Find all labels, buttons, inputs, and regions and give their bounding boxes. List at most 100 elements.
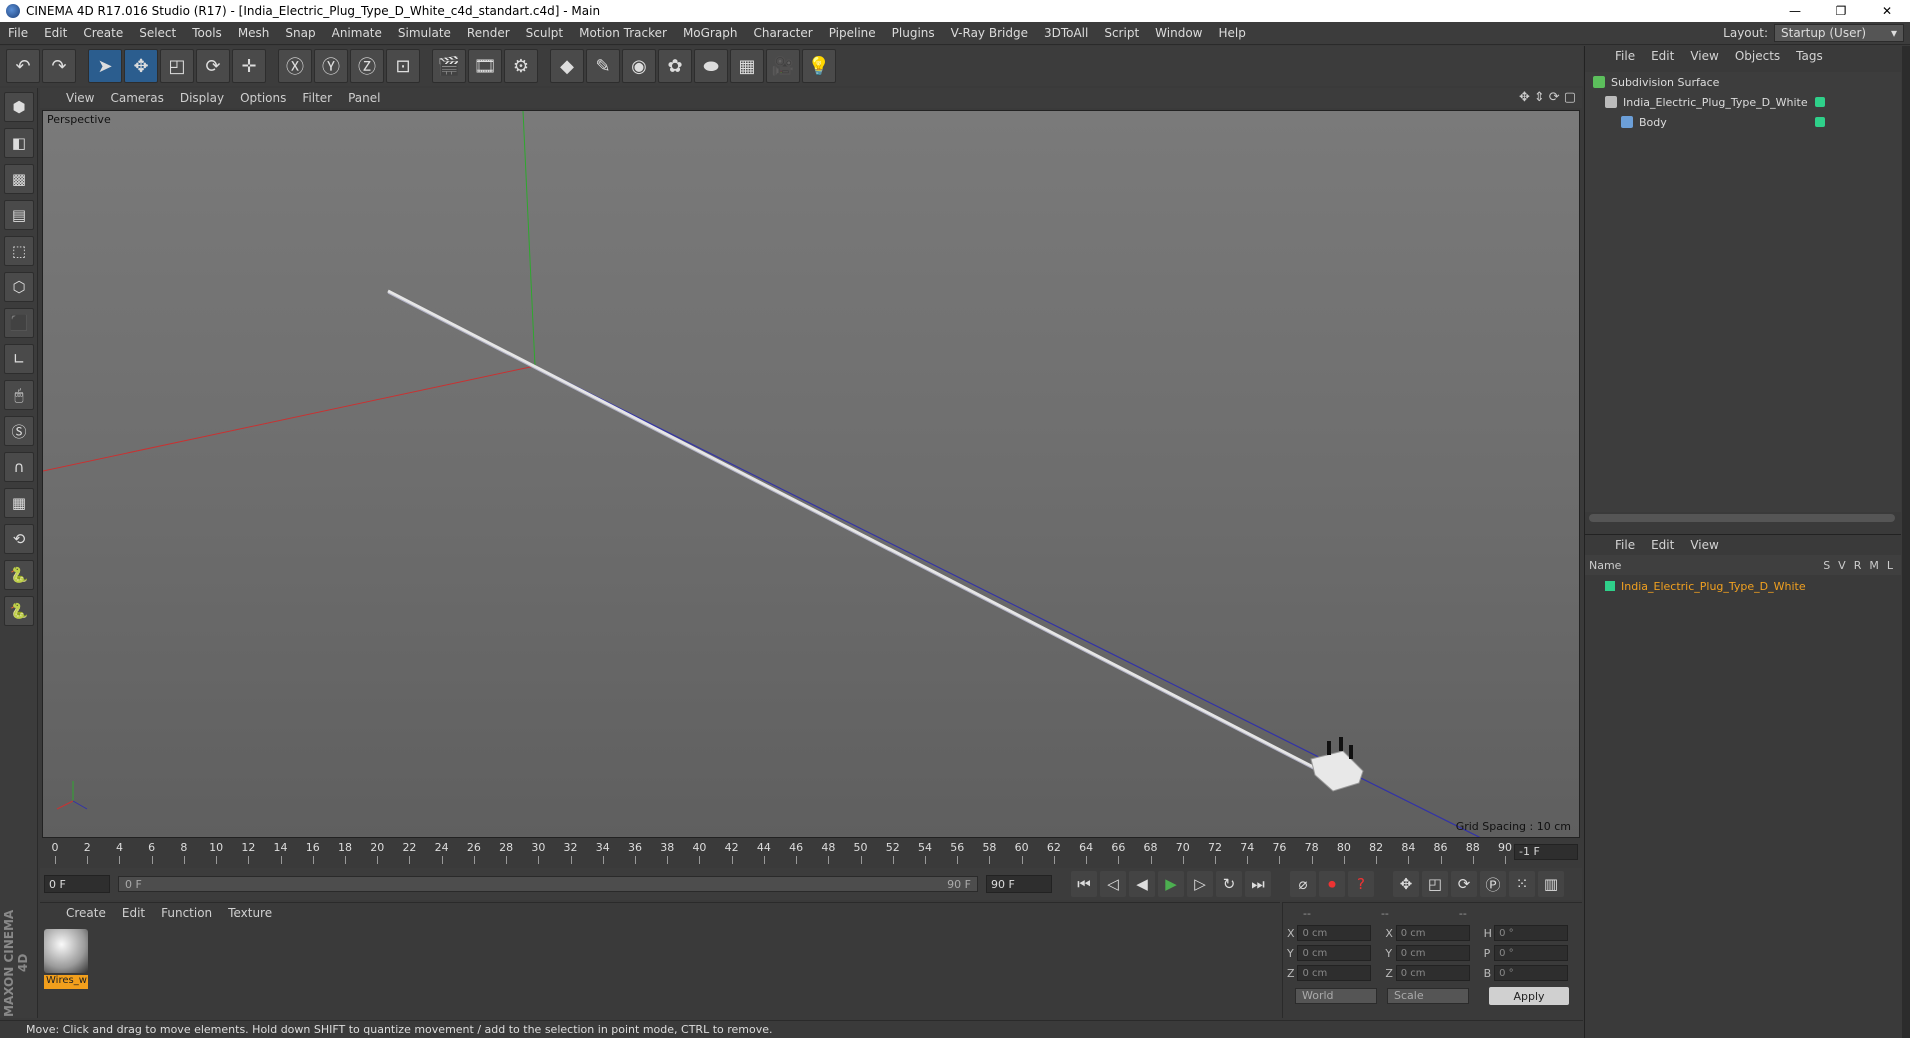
apply-button[interactable]: Apply [1489,987,1569,1005]
add-array-button[interactable]: ✿ [658,49,692,83]
viewport-menu-cameras[interactable]: Cameras [102,91,171,105]
axis-mode-button[interactable]: ∟ [4,344,34,374]
dolly-icon[interactable]: ⇕ [1534,90,1545,105]
menu-help[interactable]: Help [1210,26,1253,40]
rotation-b-field[interactable]: 0 ° [1494,965,1568,981]
layout-dropdown[interactable]: Startup (User) ▾ [1774,24,1904,42]
menu-file[interactable]: File [0,26,36,40]
python-script-button-1[interactable]: 🐍 [4,560,34,590]
menu-motion-tracker[interactable]: Motion Tracker [571,26,675,40]
key-parameter-button[interactable]: Ⓟ [1480,871,1506,897]
motion-record-button[interactable]: ⌀ [1290,871,1316,897]
minimize-button[interactable]: — [1772,0,1818,22]
objects-menu-file[interactable]: File [1607,49,1643,63]
start-frame-field[interactable]: 0 F [44,875,110,893]
snap-button[interactable]: ∩ [4,452,34,482]
python-script-button-2[interactable]: 🐍 [4,596,34,626]
current-frame-field[interactable]: -1 F [1514,844,1578,860]
rotation-h-field[interactable]: 0 ° [1494,925,1568,941]
viewport-menu-options[interactable]: Options [232,91,294,105]
lock-workplane-button[interactable]: ▦ [4,488,34,518]
size-y-field[interactable]: 0 cm [1395,945,1470,961]
end-frame-field[interactable]: 90 F [986,875,1052,893]
scale-tool-button[interactable]: ◰ [160,49,194,83]
material-thumbnail[interactable] [44,929,88,973]
position-z-field[interactable]: 0 cm [1297,965,1372,981]
material-menu-create[interactable]: Create [58,906,114,920]
workplane-mode-button[interactable]: ▤ [4,200,34,230]
menu-create[interactable]: Create [75,26,131,40]
frame-range-slider[interactable]: 0 F 90 F [118,876,978,892]
render-picture-viewer-button[interactable]: 🎞 [468,49,502,83]
add-camera-button[interactable]: 🎥 [766,49,800,83]
add-spline-button[interactable]: ✎ [586,49,620,83]
x-axis-lock-button[interactable]: Ⓧ [278,49,312,83]
edges-mode-button[interactable]: ⬡ [4,272,34,302]
rotate-tool-button[interactable]: ⟳ [196,49,230,83]
planar-workplane-button[interactable]: ⟲ [4,524,34,554]
add-nurbs-button[interactable]: ◉ [622,49,656,83]
prev-key-button[interactable]: ◁ [1100,871,1126,897]
next-frame-button[interactable]: ▷ [1187,871,1213,897]
material-name[interactable]: Wires_w [44,975,88,989]
autokey-button[interactable]: ? [1348,871,1374,897]
menu-3dtoall[interactable]: 3DToAll [1036,26,1096,40]
maximize-view-icon[interactable]: ▢ [1564,90,1576,105]
menu-tools[interactable]: Tools [184,26,230,40]
last-tool-button[interactable]: ✛ [232,49,266,83]
z-axis-lock-button[interactable]: Ⓩ [350,49,384,83]
menu-script[interactable]: Script [1096,26,1147,40]
objects-menu-objects[interactable]: Objects [1727,49,1788,63]
menu-edit[interactable]: Edit [36,26,75,40]
layers-menu-edit[interactable]: Edit [1643,538,1682,552]
layers-menu-file[interactable]: File [1607,538,1643,552]
material-menu-function[interactable]: Function [153,906,220,920]
record-keyframe-button[interactable]: ⏺ [1319,871,1345,897]
pan-icon[interactable]: ✥ [1519,90,1530,105]
rotation-p-field[interactable]: 0 ° [1494,945,1568,961]
prev-frame-button[interactable]: ◀ [1129,871,1155,897]
position-y-field[interactable]: 0 cm [1297,945,1372,961]
next-key-button[interactable]: ↻ [1216,871,1242,897]
key-rotation-button[interactable]: ⟳ [1451,871,1477,897]
key-pla-button[interactable]: ⁙ [1509,871,1535,897]
points-mode-button[interactable]: ⬚ [4,236,34,266]
objects-menu-tags[interactable]: Tags [1788,49,1831,63]
restore-button[interactable]: ❐ [1818,0,1864,22]
viewport-menu-panel[interactable]: Panel [340,91,388,105]
render-settings-button[interactable]: ⚙ [504,49,538,83]
object-manager-scrollbar[interactable] [1589,514,1895,522]
make-editable-button[interactable]: ⬢ [4,92,34,122]
layer-row[interactable]: India_Electric_Plug_Type_D_White [1585,577,1901,595]
menu-snap[interactable]: Snap [277,26,323,40]
menu-simulate[interactable]: Simulate [390,26,459,40]
key-position-button[interactable]: ✥ [1393,871,1419,897]
object-row-plug[interactable]: India_Electric_Plug_Type_D_White [1585,92,1901,112]
menu-animate[interactable]: Animate [324,26,390,40]
move-tool-button[interactable]: ✥ [124,49,158,83]
menu-sculpt[interactable]: Sculpt [518,26,571,40]
key-scale-button[interactable]: ◰ [1422,871,1448,897]
menu-character[interactable]: Character [745,26,820,40]
menu-window[interactable]: Window [1147,26,1210,40]
timeline-window-button[interactable]: ▥ [1538,871,1564,897]
render-view-button[interactable]: 🎬 [432,49,466,83]
object-row-body[interactable]: Body [1585,112,1901,132]
menu-mesh[interactable]: Mesh [230,26,278,40]
goto-start-button[interactable]: ⏮ [1071,871,1097,897]
redo-button[interactable]: ↷ [42,49,76,83]
goto-end-button[interactable]: ⏭ [1245,871,1271,897]
object-row-subdivision[interactable]: Subdivision Surface [1585,72,1901,92]
perspective-viewport[interactable]: Perspective Grid Spacing : 10 cm [42,110,1580,838]
menu-select[interactable]: Select [131,26,184,40]
objects-menu-view[interactable]: View [1682,49,1726,63]
material-menu-edit[interactable]: Edit [114,906,153,920]
viewport-menu-view[interactable]: View [58,91,102,105]
material-menu-texture[interactable]: Texture [220,906,280,920]
undo-button[interactable]: ↶ [6,49,40,83]
tweak-mode-button[interactable]: 🖱 [4,380,34,410]
model-mode-button[interactable]: ◧ [4,128,34,158]
size-z-field[interactable]: 0 cm [1395,965,1470,981]
solo-button[interactable]: Ⓢ [4,416,34,446]
play-button[interactable]: ▶ [1158,871,1184,897]
